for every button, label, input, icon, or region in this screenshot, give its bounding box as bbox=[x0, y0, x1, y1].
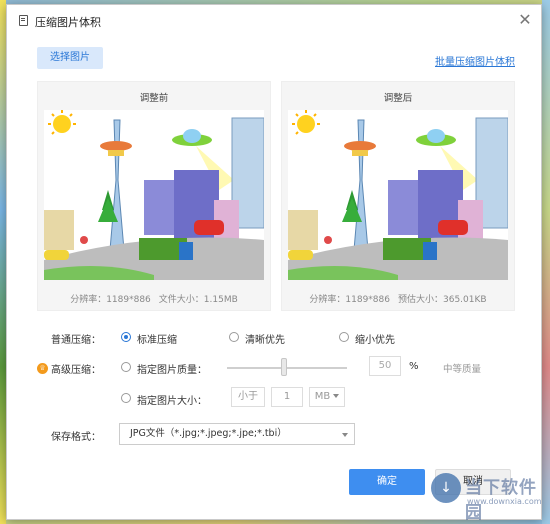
document-icon bbox=[19, 15, 28, 26]
option-clarity-first[interactable]: 清晰优先 bbox=[245, 331, 285, 346]
ok-button[interactable]: 确定 bbox=[349, 469, 425, 495]
before-info: 分辨率：1189*886 文件大小：1.15MB bbox=[38, 292, 270, 305]
close-icon[interactable]: ✕ bbox=[515, 11, 535, 31]
window-title: 压缩图片体积 bbox=[35, 16, 101, 29]
before-preview-panel: 调整前 分辨率：1189*886 文件大小：1.15MB bbox=[37, 81, 271, 311]
after-info: 分辨率：1189*886 预估大小：365.01KB bbox=[282, 292, 514, 305]
quality-level-text: 中等质量 bbox=[443, 364, 482, 375]
select-image-button[interactable]: 选择图片 bbox=[37, 47, 103, 69]
after-panel-title: 调整后 bbox=[383, 93, 413, 104]
radio-standard[interactable] bbox=[121, 332, 131, 342]
radio-specify-size[interactable] bbox=[121, 393, 131, 403]
batch-compress-link[interactable]: 批量压缩图片体积 bbox=[435, 53, 515, 68]
advanced-compress-label: 高级压缩： bbox=[51, 365, 101, 376]
size-unit-select[interactable]: MB bbox=[309, 387, 345, 407]
save-format-label: 保存格式： bbox=[51, 432, 101, 443]
chevron-down-icon bbox=[333, 394, 340, 398]
option-shrink-first[interactable]: 缩小优先 bbox=[355, 331, 395, 346]
before-preview-image bbox=[44, 110, 264, 280]
vip-crown-icon: ♕ bbox=[37, 363, 48, 374]
specify-quality-label[interactable]: 指定图片质量： bbox=[137, 361, 207, 376]
before-file-size: 文件大小：1.15MB bbox=[158, 295, 238, 305]
size-unit-label: MB bbox=[314, 391, 331, 402]
before-panel-title: 调整前 bbox=[139, 93, 169, 104]
radio-shrink-first[interactable] bbox=[339, 332, 349, 342]
size-compare-box[interactable]: 小于 bbox=[231, 387, 265, 407]
radio-clarity-first[interactable] bbox=[229, 332, 239, 342]
normal-compress-label: 普通压缩： bbox=[51, 335, 101, 346]
after-estimated-size: 预估大小：365.01KB bbox=[398, 295, 487, 305]
compress-image-dialog: 压缩图片体积 ✕ 选择图片 批量压缩图片体积 调整前 分辨率：1189*886 … bbox=[6, 4, 542, 523]
titlebar: 压缩图片体积 ✕ bbox=[7, 5, 541, 35]
after-preview-panel: 调整后 分辨率：1189*886 预估大小：365.01KB bbox=[281, 81, 515, 311]
chevron-down-icon bbox=[342, 433, 348, 437]
save-format-select[interactable]: JPG文件（*.jpg;*.jpeg;*.jpe;*.tbi） bbox=[119, 423, 355, 445]
watermark-url: www.downxia.com bbox=[467, 497, 542, 506]
desktop-background-right bbox=[542, 0, 550, 524]
option-standard[interactable]: 标准压缩 bbox=[137, 331, 177, 346]
before-resolution: 分辨率：1189*886 bbox=[70, 295, 151, 305]
radio-specify-quality[interactable] bbox=[121, 362, 131, 372]
quality-slider-track[interactable] bbox=[227, 367, 347, 369]
after-resolution: 分辨率：1189*886 bbox=[309, 295, 390, 305]
after-preview-image bbox=[288, 110, 508, 280]
quality-input[interactable]: 50 bbox=[369, 356, 401, 376]
quality-percent-unit: % bbox=[409, 361, 419, 372]
specify-size-label[interactable]: 指定图片大小： bbox=[137, 392, 207, 407]
quality-slider-thumb[interactable] bbox=[281, 358, 287, 376]
size-value-input[interactable]: 1 bbox=[271, 387, 303, 407]
cancel-button[interactable]: 取消 bbox=[435, 469, 511, 495]
save-format-value: JPG文件（*.jpg;*.jpeg;*.jpe;*.tbi） bbox=[130, 428, 287, 439]
